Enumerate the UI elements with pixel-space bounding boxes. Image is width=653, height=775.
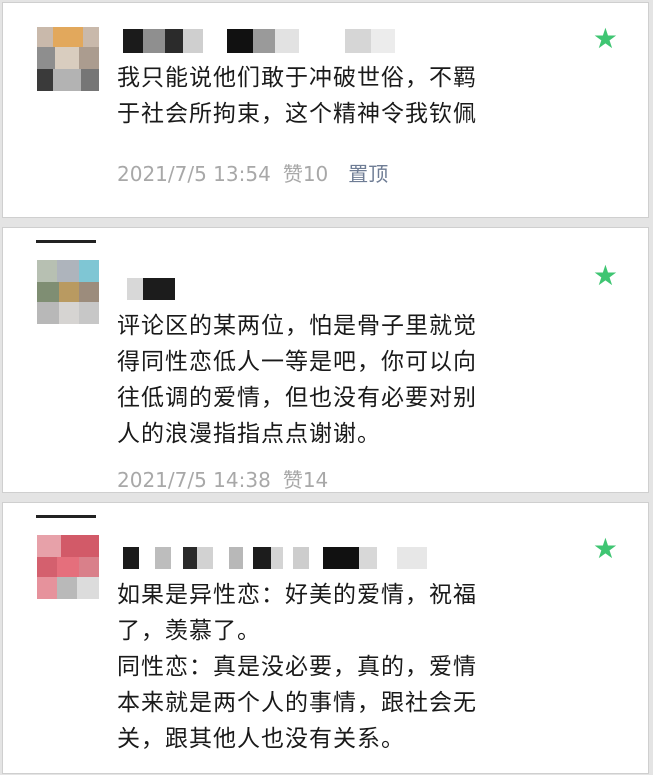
- comment-line: 如果是异性恋：好美的爱情，祝福: [117, 582, 477, 608]
- comment-card-3: ★ 如果是异性恋：好美的爱情，祝福 了，羡慕了。 同性恋：真是没必要，真的，爱情…: [2, 502, 649, 774]
- avatar[interactable]: [37, 535, 99, 599]
- divider-line: [36, 515, 96, 518]
- divider-line: [36, 240, 96, 243]
- pin-label[interactable]: 置顶: [348, 162, 388, 186]
- comment-card-2: ★ 评论区的某两位，怕是骨子里就觉 得同性恋低人一等是吧，你可以向 往低调的爱情…: [2, 227, 649, 493]
- comment-meta: 2021/7/5 13:54 赞10 置顶: [117, 158, 400, 187]
- timestamp: 2021/7/5 13:54: [117, 162, 271, 186]
- comment-line: 关，跟其他人也没有关系。: [117, 726, 405, 752]
- comment-text: 如果是异性恋：好美的爱情，祝福 了，羡慕了。 同性恋：真是没必要，真的，爱情 本…: [117, 577, 608, 757]
- comment-card-1: ★ 我只能说他们敢于冲破世俗，不羁 于社会所拘束，这个精神令我钦佩 2021/7…: [2, 2, 649, 218]
- star-icon[interactable]: ★: [593, 25, 618, 53]
- like-count[interactable]: 赞10: [283, 162, 328, 186]
- comment-line: 于社会所拘束，这个精神令我钦佩: [117, 101, 477, 127]
- comment-line: 得同性恋低人一等是吧，你可以向: [117, 349, 477, 375]
- comment-text: 评论区的某两位，怕是骨子里就觉 得同性恋低人一等是吧，你可以向 往低调的爱情，但…: [117, 308, 608, 452]
- avatar[interactable]: [37, 27, 99, 91]
- avatar[interactable]: [37, 260, 99, 324]
- star-icon[interactable]: ★: [593, 535, 618, 563]
- comment-line: 同性恋：真是没必要，真的，爱情: [117, 654, 477, 680]
- comment-line: 往低调的爱情，但也没有必要对别: [117, 385, 477, 411]
- username-redacted[interactable]: [123, 547, 453, 569]
- username-redacted[interactable]: [123, 29, 403, 53]
- like-count[interactable]: 赞14: [283, 468, 328, 492]
- star-icon[interactable]: ★: [593, 262, 618, 290]
- comment-line: 评论区的某两位，怕是骨子里就觉: [117, 313, 477, 339]
- comment-text: 我只能说他们敢于冲破世俗，不羁 于社会所拘束，这个精神令我钦佩: [117, 60, 608, 132]
- comment-line: 了，羡慕了。: [117, 618, 261, 644]
- comment-line: 我只能说他们敢于冲破世俗，不羁: [117, 65, 477, 91]
- username-redacted[interactable]: [127, 278, 187, 300]
- timestamp: 2021/7/5 14:38: [117, 468, 271, 492]
- comment-meta: 2021/7/5 14:38 赞14: [117, 464, 340, 493]
- comment-line: 本来就是两个人的事情，跟社会无: [117, 690, 477, 716]
- comment-line: 人的浪漫指指点点谢谢。: [117, 421, 381, 447]
